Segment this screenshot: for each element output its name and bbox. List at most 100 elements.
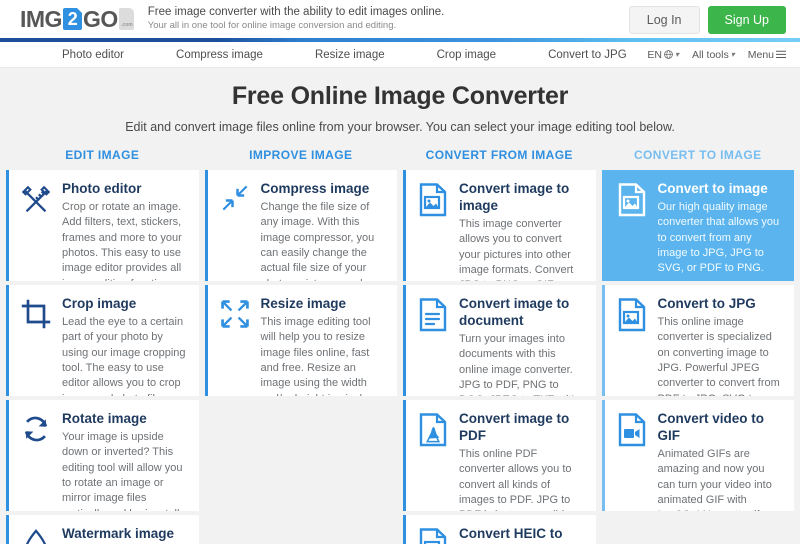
tool-card-title: Photo editor xyxy=(62,181,142,196)
tool-card-body: Convert to image Our high quality image c… xyxy=(657,181,785,274)
tool-card-body: Photo editor Crop or rotate an image. Add… xyxy=(62,181,189,281)
nav-links: Photo editor Compress image Resize image… xyxy=(36,42,653,68)
tool-card-description: Your image is upside down or inverted? T… xyxy=(62,430,187,511)
tool-card-title: Convert image to document xyxy=(459,296,570,328)
tool-card-title: Resize image xyxy=(260,296,347,311)
tool-card[interactable]: Photo editor Crop or rotate an image. Add… xyxy=(6,170,199,281)
tool-card[interactable]: Compress image Change the file size of an… xyxy=(204,170,397,281)
document-text-icon xyxy=(415,298,451,336)
document-video-icon xyxy=(614,413,650,451)
tool-card-title: Crop image xyxy=(62,296,137,311)
chevron-down-icon: ▾ xyxy=(674,50,679,59)
tool-card-description: Change the file size of any image. With … xyxy=(260,200,375,281)
tool-card[interactable]: Resize image This image editing tool will… xyxy=(204,285,397,396)
crop-icon xyxy=(18,298,54,336)
all-tools-label: All tools xyxy=(691,48,729,61)
signup-button[interactable]: Sign Up xyxy=(707,6,786,34)
header-tagline: Free image converter with the ability to… xyxy=(148,5,445,33)
column-cards: Convert image to image This image convert… xyxy=(403,170,596,544)
column-edit-image: EDIT IMAGE Photo editor Crop or rotate an… xyxy=(6,148,199,544)
tool-card-body: Convert image to PDF This online PDF conv… xyxy=(459,411,586,511)
document-image-icon xyxy=(614,183,650,221)
column-heading: IMPROVE IMAGE xyxy=(249,148,353,162)
tagline-line-2: Your all in one tool for online image co… xyxy=(147,20,397,32)
logo-go-text: GO xyxy=(82,5,118,32)
tool-card-title: Convert video to GIF xyxy=(657,411,765,443)
tool-card-body: Convert video to GIF Animated GIFs are am… xyxy=(657,411,785,511)
tool-card-description: Our high quality image converter that al… xyxy=(657,200,780,275)
watermark-droplet-icon xyxy=(18,528,54,544)
logo-doc-mark: .com xyxy=(118,8,134,30)
tool-card-description: This online image converter is specializ… xyxy=(657,315,780,396)
page-title: Free Online Image Converter xyxy=(231,82,569,110)
tool-card[interactable]: △ Convert image to PDF This online PDF co… xyxy=(403,400,596,511)
tool-card[interactable]: Watermark imageWith this online photo ed… xyxy=(6,515,199,544)
language-selector[interactable]: EN ▾ xyxy=(647,49,679,61)
tool-card-description: Lead the eye to a certain part of your p… xyxy=(62,315,186,396)
logo-two-badge: 2 xyxy=(62,8,82,30)
tool-card[interactable]: Crop image Lead the eye to a certain part… xyxy=(6,285,199,396)
tool-card[interactable]: Convert image to document Turn your image… xyxy=(403,285,596,396)
tool-card-description: Crop or rotate an image. Add filters, te… xyxy=(62,200,182,281)
tool-card-description: This online PDF converter allows you to … xyxy=(459,447,585,511)
column-heading: EDIT IMAGE xyxy=(65,148,140,162)
column-improve-image: IMPROVE IMAGE Compress image Change the f… xyxy=(204,148,397,544)
column-heading: CONVERT FROM IMAGE xyxy=(425,148,573,162)
menu-button[interactable]: Menu xyxy=(748,49,786,61)
tool-card-title: Convert to image xyxy=(657,181,768,196)
tool-card-body: Convert HEIC to JPGThis online image con… xyxy=(459,526,586,544)
photo-editor-icon xyxy=(18,183,54,221)
top-header-bar: IMG 2 GO .com Free image converter with … xyxy=(0,0,800,38)
nav-item-convert-to-jpg[interactable]: Convert to JPG xyxy=(522,42,653,68)
hamburger-icon xyxy=(776,50,786,58)
tool-card-description: This image converter allows you to conve… xyxy=(459,217,574,281)
menu-label: Menu xyxy=(747,48,774,61)
tool-card[interactable]: Convert video to GIF Animated GIFs are am… xyxy=(601,400,794,511)
tool-card-title: Compress image xyxy=(260,181,370,196)
tool-card-body: Crop image Lead the eye to a certain part… xyxy=(62,296,189,396)
tool-columns: EDIT IMAGE Photo editor Crop or rotate an… xyxy=(0,148,800,544)
logo-img-text: IMG xyxy=(20,5,62,32)
logo-text: IMG 2 GO .com xyxy=(20,5,134,32)
compress-arrows-icon xyxy=(217,183,253,221)
tool-card-title: Convert image to image xyxy=(459,181,570,213)
column-heading: CONVERT TO IMAGE xyxy=(633,148,762,162)
nav-item-compress-image[interactable]: Compress image xyxy=(150,42,289,68)
tool-card-title: Watermark image xyxy=(62,526,175,541)
document-image-icon xyxy=(415,183,451,221)
tool-card-body: Rotate image Your image is upside down or… xyxy=(62,411,189,511)
column-convert-to-image: CONVERT TO IMAGE Convert to image Our hig… xyxy=(601,148,794,544)
globe-icon xyxy=(664,50,673,59)
logo-com-suffix: .com xyxy=(121,22,133,28)
page-subtitle: Edit and convert image files online from… xyxy=(125,120,675,134)
nav-item-resize-image[interactable]: Resize image xyxy=(289,42,411,68)
tool-card[interactable]: Convert to JPG This online image converte… xyxy=(601,285,794,396)
main-navigation: Photo editor Compress image Resize image… xyxy=(0,42,800,68)
tool-card-title: Convert image to PDF xyxy=(459,411,570,443)
column-cards: Convert to image Our high quality image c… xyxy=(601,170,794,511)
tool-card-title: Convert HEIC to JPG xyxy=(459,526,563,544)
column-convert-from-image: CONVERT FROM IMAGE Convert image to imag… xyxy=(403,148,596,544)
tool-card[interactable]: Convert image to image This image convert… xyxy=(403,170,596,281)
tool-card-body: Convert image to image This image convert… xyxy=(459,181,586,281)
tool-card-description: Animated GIFs are amazing and now you ca… xyxy=(657,447,781,511)
tool-card[interactable]: Rotate image Your image is upside down or… xyxy=(6,400,199,511)
site-logo[interactable]: IMG 2 GO .com xyxy=(20,5,134,32)
tool-card-body: Resize image This image editing tool will… xyxy=(260,296,388,396)
tool-card-title: Rotate image xyxy=(62,411,147,426)
all-tools-menu[interactable]: All tools ▾ xyxy=(692,49,735,61)
login-button[interactable]: Log In xyxy=(628,6,700,34)
tool-card-body: Convert to JPG This online image converte… xyxy=(657,296,785,396)
nav-item-crop-image[interactable]: Crop image xyxy=(411,42,522,68)
tool-card-description: This image editing tool will help you to… xyxy=(260,315,371,396)
chevron-down-icon: ▾ xyxy=(730,50,735,59)
tool-card[interactable]: Convert to image Our high quality image c… xyxy=(601,170,794,281)
nav-item-photo-editor[interactable]: Photo editor xyxy=(36,42,150,68)
tool-card-body: Convert image to document Turn your image… xyxy=(459,296,586,396)
tool-card[interactable]: Convert HEIC to JPGThis online image con… xyxy=(403,515,596,544)
tool-card-description: Turn your images into documents with thi… xyxy=(459,332,579,396)
tool-card-title: Convert to JPG xyxy=(657,296,756,311)
resize-arrows-icon xyxy=(217,298,253,336)
document-image-icon xyxy=(415,528,451,544)
nav-utilities: EN ▾ All tools ▾ Menu xyxy=(647,49,786,61)
